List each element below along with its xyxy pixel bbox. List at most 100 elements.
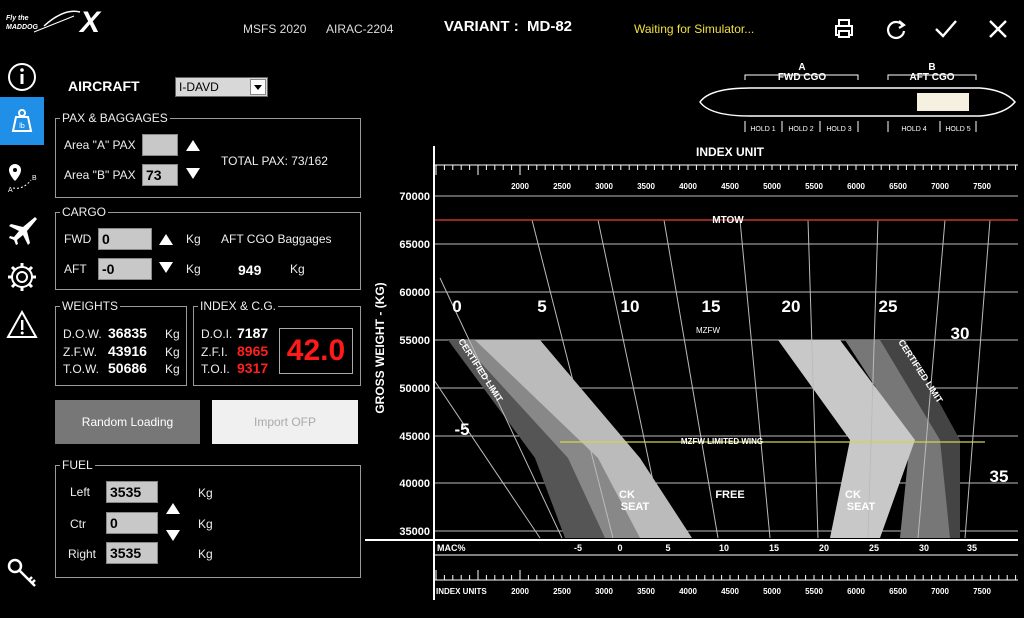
aft-baggage-label: AFT CGO Baggages	[221, 232, 332, 246]
fwd-cgo-label: FWD CGO	[778, 72, 827, 83]
print-icon[interactable]	[831, 16, 857, 42]
fuel-title: FUEL	[60, 458, 95, 472]
aircraft-select-value: I-DAVD	[179, 80, 219, 94]
area-a-label: Area "A" PAX	[64, 138, 136, 152]
import-ofp-button[interactable]: Import OFP	[212, 400, 358, 444]
cargo-title: CARGO	[60, 205, 109, 219]
fuel-ctr-label: Ctr	[70, 517, 86, 531]
area-b-input[interactable]: 73	[142, 164, 178, 186]
fuel-down-icon[interactable]	[166, 530, 180, 541]
mac-line-10: 10	[621, 297, 640, 316]
settings-icon[interactable]	[5, 260, 39, 294]
index-top-2500: 2500	[553, 182, 571, 191]
mtow-label: MTOW	[712, 215, 744, 226]
zfi-label: Z.F.I.	[201, 345, 228, 359]
variant-label: VARIANT :	[444, 18, 519, 35]
warning-icon[interactable]	[5, 308, 39, 342]
mac-tick-30: 30	[919, 543, 929, 553]
area-b-down-icon[interactable]	[186, 168, 200, 179]
area-a-up-icon[interactable]	[186, 140, 200, 151]
mzfw-wing-label: MZFW LIMITED WING	[681, 437, 763, 446]
route-icon[interactable]: AB	[5, 160, 39, 194]
tow-value: 50686	[108, 360, 147, 376]
index-units-label: INDEX UNITS	[436, 587, 487, 596]
svg-text:A: A	[8, 187, 13, 194]
sidebar-item-loadsheet[interactable]: lb	[0, 97, 44, 145]
mac-tick-m5: -5	[574, 543, 582, 553]
zfw-value: 43916	[108, 343, 147, 359]
aft-label: AFT	[64, 262, 87, 276]
loadsheet-icon: lb	[11, 109, 33, 132]
area-a-input[interactable]	[142, 134, 178, 156]
chevron-down-icon	[250, 79, 266, 95]
fuel-left-input[interactable]: 3535	[106, 481, 158, 503]
random-loading-button[interactable]: Random Loading	[55, 400, 200, 444]
index-top-labels: 2000 2500 3000 3500 4000 4500 5000 5500 …	[511, 182, 991, 191]
fuselage-diagram: A B FWD CGO AFT CGO HOLD 1 HOLD 2 HOLD 3…	[699, 62, 1016, 133]
logo-x: X	[80, 6, 101, 39]
index-bot-3000: 3000	[595, 587, 613, 596]
mac-tick-5: 5	[665, 543, 670, 553]
area-b-label: Area "B" PAX	[64, 168, 136, 182]
index-bot-7000: 7000	[931, 587, 949, 596]
pax-title: PAX & BAGGAGES	[60, 111, 170, 125]
check-icon[interactable]	[933, 16, 959, 42]
mac-tick-25: 25	[869, 543, 879, 553]
airac-label: AIRAC-2204	[326, 22, 394, 36]
mac-tick-35: 35	[967, 543, 977, 553]
index-top-4500: 4500	[721, 182, 739, 191]
index-top-5000: 5000	[763, 182, 781, 191]
index-bot-2000: 2000	[511, 587, 529, 596]
fwd-input[interactable]: 0	[98, 228, 152, 250]
close-icon[interactable]	[985, 16, 1011, 42]
index-ticks-bottom	[435, 570, 1017, 580]
index-bot-5000: 5000	[763, 587, 781, 596]
aft-input[interactable]: -0	[98, 258, 152, 280]
weights-title: WEIGHTS	[60, 299, 120, 313]
mac-line-5: 5	[537, 297, 546, 316]
mac-line-25: 25	[879, 297, 898, 316]
index-bot-5500: 5500	[805, 587, 823, 596]
hold-4-label: HOLD 4	[901, 126, 926, 133]
mac-tick-labels: -5 0 5 10 15 20 25 30 35	[574, 543, 977, 553]
cg-display: 42.0	[279, 328, 353, 374]
index-top-7000: 7000	[931, 182, 949, 191]
aft-unit: Kg	[186, 262, 201, 276]
total-pax: TOTAL PAX: 73/162	[221, 154, 328, 168]
index-title: INDEX & C.G.	[198, 299, 279, 313]
info-icon[interactable]	[5, 60, 39, 94]
logo-text: Fly the MADDOG	[6, 15, 38, 31]
aircraft-icon[interactable]	[5, 213, 39, 247]
ck-seat-left-2: SEAT	[621, 501, 650, 513]
sim-label: MSFS 2020	[243, 22, 307, 36]
index-top-4000: 4000	[679, 182, 697, 191]
index-top-6500: 6500	[889, 182, 907, 191]
fuel-right-input[interactable]: 3535	[106, 542, 158, 564]
aircraft-label: AIRCRAFT	[68, 78, 140, 94]
index-bot-2500: 2500	[553, 587, 571, 596]
hold-3-label: HOLD 3	[826, 126, 851, 133]
fwd-up-icon[interactable]	[159, 234, 173, 245]
index-bot-3500: 3500	[637, 587, 655, 596]
index-top-7500: 7500	[973, 182, 991, 191]
index-top-3000: 3000	[595, 182, 613, 191]
y-tick-35000: 35000	[399, 526, 430, 538]
aft-down-icon[interactable]	[159, 262, 173, 273]
mac-axis-label: MAC%	[437, 543, 466, 553]
aft-cgo-label: AFT CGO	[910, 72, 955, 83]
mac-tick-15: 15	[769, 543, 779, 553]
aircraft-select[interactable]: I-DAVD	[175, 77, 268, 97]
svg-text:B: B	[32, 175, 37, 182]
y-tick-labels: 70000 65000 60000 55000 50000 45000 4000…	[399, 191, 430, 538]
mzfw-label: MZFW	[696, 326, 720, 335]
mac-line-30: 30	[951, 324, 970, 343]
index-ticks-top	[435, 165, 1017, 175]
y-axis-label: GROSS WEIGHT - (KG)	[373, 282, 387, 413]
fuel-up-icon[interactable]	[166, 503, 180, 514]
dow-value: 36835	[108, 325, 147, 341]
fuel-ctr-input[interactable]: 0	[106, 512, 158, 534]
refresh-icon[interactable]	[883, 16, 909, 42]
cg-value: 42.0	[286, 334, 346, 367]
fuel-ctr-unit: Kg	[198, 517, 213, 531]
key-icon[interactable]	[5, 556, 39, 590]
